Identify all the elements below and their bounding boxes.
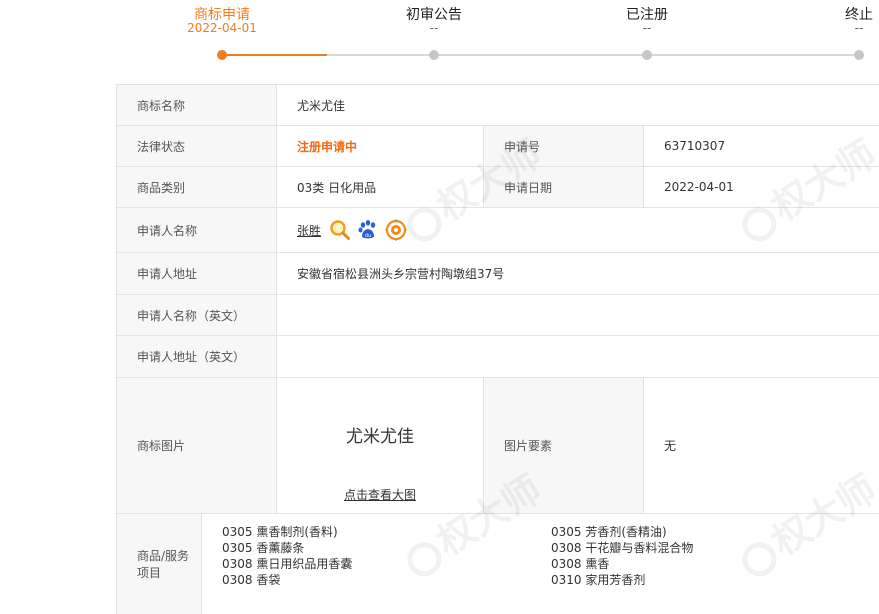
row-goods-services: 商品/服务项目 0305 熏香制剂(香料) 0305 香薰藤条 0308 熏日用… — [117, 514, 879, 614]
step-dot — [217, 50, 227, 60]
row-legal-status: 法律状态 注册申请中 申请号 63710307 — [117, 126, 879, 167]
row-applicant-name-en: 申请人名称（英文） — [117, 295, 879, 336]
progress-line-active — [227, 54, 327, 56]
step-date: -- — [854, 21, 864, 35]
value-application-date: 2022-04-01 — [664, 180, 734, 194]
row-applicant-address: 申请人地址 安徽省宿松县洲头乡宗营村陶墩组37号 — [117, 253, 879, 295]
row-category: 商品类别 03类 日化用品 申请日期 2022-04-01 — [117, 167, 879, 208]
step-dot — [642, 50, 652, 60]
row-applicant-address-en: 申请人地址（英文） — [117, 336, 879, 378]
value-trademark-name: 尤米尤佳 — [297, 98, 346, 113]
label-trademark-name: 商标名称 — [117, 85, 277, 125]
goods-item: 0305 芳香剂(香精油) — [551, 525, 667, 539]
value-application-number: 63710307 — [664, 139, 726, 153]
progress-steps: 商标申请 2022-04-01 初审公告 -- 已注册 -- 终止 -- — [0, 0, 879, 70]
value-applicant-address-en — [277, 336, 879, 377]
value-applicant-cell: 张胜 du — [277, 208, 879, 252]
trademark-image-cell: 尤米尤佳 点击查看大图 — [277, 378, 484, 513]
goods-item: 0305 香薰藤条 — [222, 541, 305, 555]
value-applicant-address: 安徽省宿松县洲头乡宗营村陶墩组37号 — [297, 267, 505, 281]
goods-column-right: 0305 芳香剂(香精油) 0308 干花瓣与香料混合物 0308 熏香 031… — [551, 524, 879, 588]
label-goods-services: 商品/服务项目 — [117, 514, 202, 614]
value-image-elements: 无 — [664, 439, 677, 453]
view-large-image-link[interactable]: 点击查看大图 — [277, 486, 483, 503]
goods-item: 0308 熏日用织品用香囊 — [222, 557, 353, 571]
row-trademark-name: 商标名称 尤米尤佳 — [117, 85, 879, 126]
label-image-elements: 图片要素 — [484, 378, 644, 513]
label-legal-status: 法律状态 — [117, 126, 277, 166]
baidu-paw-icon[interactable]: du — [357, 219, 379, 241]
progress-line — [438, 54, 644, 56]
goods-item: 0308 干花瓣与香料混合物 — [551, 541, 694, 555]
step-dot — [429, 50, 439, 60]
progress-line — [651, 54, 855, 56]
value-applicant-name-en — [277, 295, 879, 335]
trademark-image[interactable]: 尤米尤佳 — [277, 422, 483, 447]
applicant-search-icons: du — [329, 219, 407, 241]
step-date: -- — [642, 21, 652, 35]
value-legal-status: 注册申请中 — [277, 126, 484, 166]
label-applicant-address: 申请人地址 — [117, 253, 277, 294]
label-applicant-address-en: 申请人地址（英文） — [117, 336, 277, 377]
step-date: 2022-04-01 — [187, 21, 257, 35]
label-application-number: 申请号 — [484, 126, 644, 166]
label-applicant-name-en: 申请人名称（英文） — [117, 295, 277, 335]
search-icon[interactable] — [329, 219, 351, 241]
svg-text:du: du — [365, 233, 371, 239]
goods-item: 0308 香袋 — [222, 573, 281, 587]
label-trademark-image: 商标图片 — [117, 378, 277, 513]
label-applicant: 申请人名称 — [117, 208, 277, 252]
row-applicant: 申请人名称 张胜 du — [117, 208, 879, 253]
target-icon[interactable] — [385, 219, 407, 241]
row-trademark-image: 商标图片 尤米尤佳 点击查看大图 图片要素 无 — [117, 378, 879, 514]
step-dot — [854, 50, 864, 60]
trademark-info-table: 商标名称 尤米尤佳 法律状态 注册申请中 申请号 63710307 商品类别 0… — [116, 84, 879, 614]
goods-services-list: 0305 熏香制剂(香料) 0305 香薰藤条 0308 熏日用织品用香囊 03… — [202, 514, 879, 614]
goods-column-left: 0305 熏香制剂(香料) 0305 香薰藤条 0308 熏日用织品用香囊 03… — [222, 524, 551, 588]
label-application-date: 申请日期 — [484, 167, 644, 207]
progress-line — [327, 54, 431, 56]
goods-item: 0310 家用芳香剂 — [551, 573, 646, 587]
value-category: 03类 日化用品 — [277, 167, 484, 207]
applicant-link[interactable]: 张胜 — [297, 222, 321, 239]
label-category: 商品类别 — [117, 167, 277, 207]
goods-item: 0308 熏香 — [551, 557, 610, 571]
goods-item: 0305 熏香制剂(香料) — [222, 525, 338, 539]
step-date: -- — [429, 21, 439, 35]
